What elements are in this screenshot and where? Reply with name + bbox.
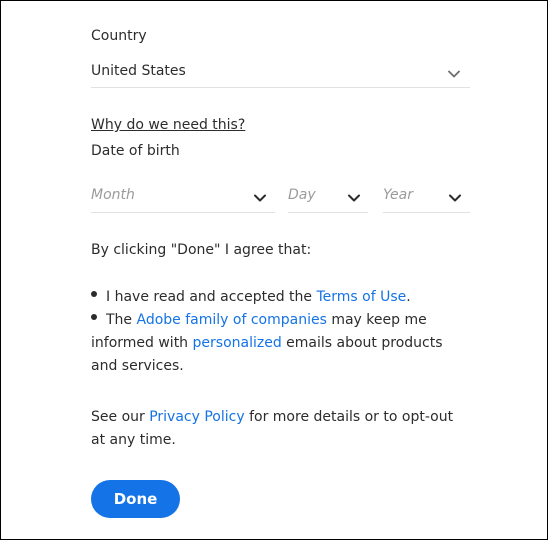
date-of-birth-label: Date of birth: [91, 143, 180, 159]
marketing-prefix: The: [106, 312, 137, 328]
privacy-notice: See our Privacy Policy for more details …: [91, 406, 471, 452]
chevron-down-icon: [348, 194, 360, 202]
terms-suffix: .: [406, 289, 411, 305]
privacy-policy-link[interactable]: Privacy Policy: [149, 409, 244, 425]
country-value: United States: [91, 63, 186, 79]
terms-bullet: I have read and accepted the Terms of Us…: [91, 286, 471, 309]
country-label: Country: [91, 28, 147, 44]
chevron-down-icon: [254, 194, 266, 202]
month-select[interactable]: Month: [91, 180, 275, 213]
bullet-icon: [91, 314, 97, 320]
year-select[interactable]: Year: [383, 180, 470, 213]
bullet-icon: [91, 291, 97, 297]
adobe-family-link[interactable]: Adobe family of companies: [137, 312, 327, 328]
agreement-intro: By clicking "Done" I agree that:: [91, 242, 312, 258]
marketing-bullet: The Adobe family of companies may keep m…: [91, 309, 471, 378]
chevron-down-icon: [448, 70, 460, 78]
done-button[interactable]: Done: [91, 480, 180, 518]
month-placeholder: Month: [91, 187, 135, 203]
why-do-we-need-this-link[interactable]: Why do we need this?: [91, 115, 245, 135]
day-placeholder: Day: [288, 187, 316, 203]
year-placeholder: Year: [383, 187, 413, 203]
day-select[interactable]: Day: [288, 180, 368, 213]
terms-prefix: I have read and accepted the: [106, 289, 317, 305]
personalized-link[interactable]: personalized: [193, 335, 282, 351]
terms-of-use-link[interactable]: Terms of Use: [317, 289, 407, 305]
country-select[interactable]: United States: [91, 56, 470, 88]
chevron-down-icon: [449, 194, 461, 202]
privacy-prefix: See our: [91, 409, 150, 425]
